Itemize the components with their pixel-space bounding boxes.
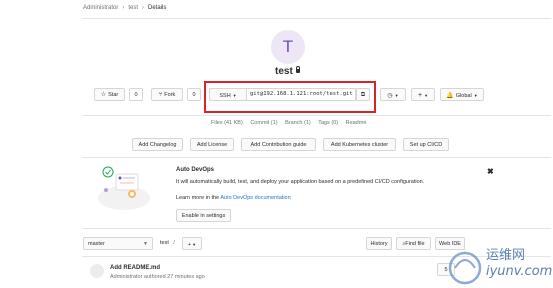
setup-cicd-button[interactable]: Set up CI/CD	[403, 138, 449, 151]
new-item-dropdown[interactable]: + ▼	[411, 88, 435, 101]
star-label: Star	[108, 92, 119, 98]
chevron-down-icon: ▼	[143, 241, 148, 247]
star-button[interactable]: ☆ Star	[94, 88, 125, 101]
commit-meta: Administrator authored 27 minutes ago	[110, 274, 205, 280]
watermark-latin: iyunv.com	[486, 264, 553, 279]
history-button[interactable]: History	[366, 237, 392, 250]
project-name: test	[275, 66, 293, 77]
breadcrumb-admin[interactable]: Administrator	[83, 5, 118, 11]
notification-icon: ◷	[387, 93, 393, 99]
project-avatar: T	[271, 30, 305, 64]
add-to-tree-dropdown[interactable]: +▼	[182, 237, 202, 250]
highlight-box	[204, 81, 376, 113]
chevron-down-icon: ▼	[424, 93, 429, 98]
notification-dropdown[interactable]: ◷ ▼	[380, 88, 406, 101]
globe-icon: 🔔	[446, 93, 454, 99]
plus-icon: +	[187, 242, 192, 248]
add-changelog-button[interactable]: Add Changelog	[132, 138, 183, 151]
lock-icon	[295, 66, 301, 73]
fork-label: Fork	[164, 92, 176, 98]
devops-docs-link[interactable]: Auto DevOps documentation	[220, 195, 290, 201]
commit-title[interactable]: Add README.md	[110, 265, 160, 271]
commits-stat[interactable]: Commit (1)	[250, 120, 277, 126]
branch-select[interactable]: master ▼	[83, 237, 153, 250]
star-icon: ☆	[100, 92, 107, 98]
readme-stat[interactable]: Readme	[346, 120, 367, 126]
fork-button[interactable]: ⑂ Fork	[151, 88, 183, 101]
fork-icon: ⑂	[158, 92, 163, 98]
find-file-label: Find file	[405, 241, 425, 247]
plus-icon: +	[417, 92, 423, 99]
add-license-button[interactable]: Add License	[190, 138, 234, 151]
commit-author-avatar	[90, 264, 104, 278]
watermark-chinese: 运维网	[486, 248, 526, 263]
repo-path: test /	[160, 240, 178, 246]
devops-learn-more: Learn more in the Auto DevOps documentat…	[176, 195, 291, 201]
project-stats: Files (41 KB) Commit (1) Branch (1) Tags…	[211, 120, 372, 126]
notification-level-dropdown[interactable]: 🔔 Global ▼	[440, 88, 484, 101]
add-kubernetes-button[interactable]: Add Kubernetes cluster	[323, 138, 396, 151]
find-file-button[interactable]: ⌕Find file	[396, 237, 431, 250]
project-title: test	[275, 66, 301, 77]
devops-divider-top	[82, 157, 551, 158]
fork-count[interactable]: 0	[187, 88, 201, 101]
close-icon[interactable]: ✖	[487, 167, 494, 176]
enable-settings-button[interactable]: Enable in settings	[176, 209, 231, 222]
chevron-down-icon: ▼	[394, 93, 399, 98]
tags-stat[interactable]: Tags (0)	[318, 120, 338, 126]
files-stat[interactable]: Files (41 KB)	[211, 120, 243, 126]
breadcrumb-current[interactable]: Details	[148, 5, 166, 11]
add-contribution-button[interactable]: Add Contribution guide	[241, 138, 316, 151]
devops-description: It will automatically build, test, and d…	[176, 179, 425, 185]
repo-path-root[interactable]: test	[160, 240, 169, 246]
branches-stat[interactable]: Branch (1)	[285, 120, 311, 126]
devops-divider-bottom	[82, 228, 551, 229]
header-divider	[82, 18, 551, 19]
breadcrumb-project[interactable]: test	[128, 5, 138, 11]
stats-divider-top	[82, 115, 551, 116]
learn-prefix: Learn more in the	[176, 195, 220, 201]
global-label: Global	[455, 93, 472, 99]
chevron-down-icon: ▼	[192, 242, 197, 247]
star-count[interactable]: 0	[129, 88, 143, 101]
devops-title: Auto DevOps	[176, 167, 215, 173]
breadcrumb-separator: ›	[122, 5, 125, 11]
breadcrumb: Administrator › test › Details	[83, 5, 166, 11]
branch-name: master	[88, 241, 105, 247]
devops-illustration	[98, 166, 150, 210]
breadcrumb-separator: ›	[142, 5, 145, 11]
path-separator: /	[173, 240, 175, 246]
chevron-down-icon: ▼	[473, 93, 478, 98]
